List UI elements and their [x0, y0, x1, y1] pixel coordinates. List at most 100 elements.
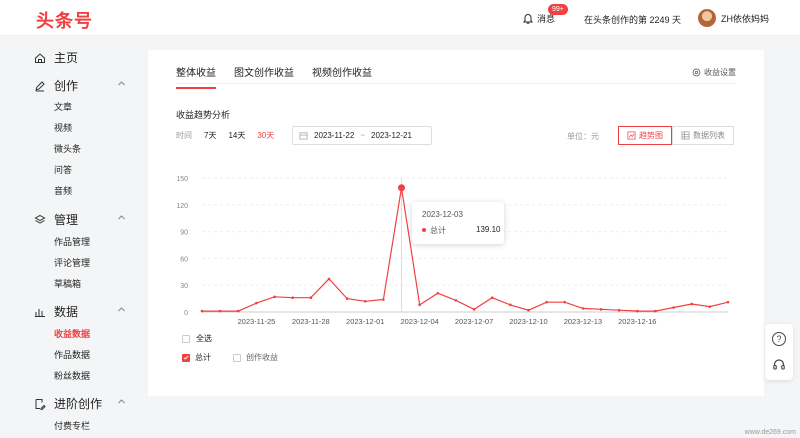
sidebar-item-fans-data[interactable]: 粉丝数据 — [54, 369, 90, 382]
data-point — [273, 295, 276, 299]
data-point — [327, 277, 331, 281]
sidebar-section-create[interactable]: 创作 — [34, 77, 126, 94]
headset-icon[interactable] — [772, 358, 786, 372]
data-point — [563, 300, 567, 304]
top-bar: 头条号 消息 99+ 在头条创作的第 2249 天 ZH依依妈妈 — [0, 0, 800, 36]
data-point — [255, 301, 258, 305]
x-tick-label: 2023-11-28 — [292, 317, 330, 326]
x-tick-label: 2023-12-10 — [509, 317, 547, 326]
data-point — [690, 302, 694, 306]
y-tick-label: 150 — [176, 176, 188, 183]
sidebar-item-qa[interactable]: 问答 — [54, 163, 72, 176]
data-point — [363, 299, 367, 303]
calendar-icon — [299, 132, 308, 140]
date-range-picker[interactable]: 2023-11-22 ~ 2023-12-21 — [292, 126, 432, 145]
trend-view-button[interactable]: 趋势图 — [618, 126, 672, 145]
date-start: 2023-11-22 — [314, 131, 355, 140]
hover-point — [398, 184, 406, 192]
sidebar-item-comments[interactable]: 评论管理 — [54, 256, 90, 269]
data-point — [436, 291, 440, 295]
data-point — [509, 303, 512, 307]
revenue-settings-button[interactable]: 收益设置 — [692, 67, 736, 78]
tab-video[interactable]: 视频创作收益 — [312, 64, 372, 89]
data-point — [617, 308, 621, 312]
tab-article[interactable]: 图文创作收益 — [234, 64, 294, 89]
user-menu[interactable]: ZH依依妈妈 — [698, 9, 769, 27]
revenue-card: 整体收益 图文创作收益 视频创作收益 收益设置 收益趋势分析 时间 7天 14天… — [148, 50, 764, 396]
sidebar-item-works[interactable]: 作品管理 — [54, 235, 90, 248]
username: ZH依依妈妈 — [721, 13, 769, 24]
checkbox — [233, 353, 241, 362]
y-tick-label: 0 — [184, 310, 188, 317]
help-icon[interactable]: ? — [772, 332, 786, 346]
tab-overall[interactable]: 整体收益 — [176, 64, 216, 89]
legend-row: 总计 创作收益 — [182, 352, 278, 363]
legend-total-checkbox[interactable]: 总计 — [182, 352, 211, 363]
creation-days: 在头条创作的第 2249 天 — [584, 15, 682, 25]
legend-total-label: 总计 — [195, 353, 211, 362]
sidebar-item-micro[interactable]: 微头条 — [54, 142, 81, 155]
range-30-days[interactable]: 30天 — [257, 130, 274, 141]
pen-icon — [35, 80, 45, 91]
sidebar-item-home[interactable]: 主页 — [34, 49, 126, 66]
sidebar-item-article[interactable]: 文章 — [54, 100, 72, 113]
data-point — [309, 296, 313, 300]
y-tick-label: 60 — [180, 256, 188, 263]
select-all-checkbox[interactable]: 全选 — [182, 333, 212, 344]
sidebar-item-paid-column[interactable]: 付费专栏 — [54, 419, 90, 432]
tooltip-date: 2023-12-03 — [422, 210, 463, 219]
tooltip-series-name: 总计 — [430, 226, 446, 235]
settings-icon — [692, 68, 701, 77]
data-point — [672, 306, 675, 309]
sidebar-section-advanced[interactable]: 进阶创作 — [34, 395, 126, 412]
data-point — [200, 309, 204, 313]
time-filter: 时间 7天 14天 30天 — [176, 130, 274, 141]
bell-icon — [523, 13, 533, 24]
chevron-up-icon — [118, 307, 125, 312]
data-point — [418, 303, 421, 307]
chevron-up-icon — [118, 399, 125, 404]
data-point — [236, 309, 240, 313]
sidebar-item-label: 主页 — [54, 51, 79, 65]
floating-toolbar: ? — [765, 324, 793, 380]
data-point — [218, 309, 222, 313]
sidebar-section-label: 管理 — [54, 213, 79, 227]
avatar — [698, 9, 716, 27]
data-point — [527, 308, 530, 312]
x-tick-label: 2023-12-16 — [618, 317, 656, 326]
range-14-days[interactable]: 14天 — [228, 130, 245, 141]
layers-icon — [34, 214, 46, 224]
data-point — [490, 296, 494, 300]
watermark: www.de269.com — [744, 429, 796, 436]
data-point — [708, 305, 712, 308]
sidebar-section-manage[interactable]: 管理 — [34, 211, 126, 228]
revenue-tabs: 整体收益 图文创作收益 视频创作收益 — [176, 64, 372, 89]
data-point — [382, 298, 385, 301]
settings-label: 收益设置 — [704, 68, 736, 77]
sidebar: 主页 创作 文章 视频 微头条 问答 音频 管理 作品管理 评论管理 草稿箱 数… — [0, 37, 140, 438]
tab-divider — [176, 83, 736, 84]
sidebar-item-works-data[interactable]: 作品数据 — [54, 348, 90, 361]
x-tick-label: 2023-12-07 — [455, 317, 493, 326]
table-icon — [681, 131, 690, 140]
select-all-label: 全选 — [196, 334, 212, 343]
data-point — [472, 308, 476, 311]
line-chart-icon — [627, 131, 636, 140]
sidebar-item-video[interactable]: 视频 — [54, 121, 72, 134]
logo[interactable]: 头条号 — [36, 7, 93, 33]
x-tick-label: 2023-12-01 — [346, 317, 384, 326]
legend-creation-checkbox[interactable]: 创作收益 — [233, 352, 278, 363]
table-view-button[interactable]: 数据列表 — [672, 126, 734, 145]
sidebar-item-drafts[interactable]: 草稿箱 — [54, 277, 81, 290]
messages-badge: 99+ — [548, 4, 568, 15]
sidebar-section-data[interactable]: 数据 — [34, 303, 126, 320]
trend-view-label: 趋势图 — [639, 131, 663, 140]
sidebar-item-revenue-data[interactable]: 收益数据 — [54, 327, 90, 340]
data-point — [636, 309, 639, 313]
x-tick-label: 2023-12-04 — [400, 317, 438, 326]
range-7-days[interactable]: 7天 — [204, 130, 216, 141]
data-point — [291, 296, 294, 300]
view-toggle: 趋势图 数据列表 — [618, 126, 734, 145]
chevron-up-icon — [118, 215, 125, 220]
sidebar-item-audio[interactable]: 音频 — [54, 184, 72, 197]
